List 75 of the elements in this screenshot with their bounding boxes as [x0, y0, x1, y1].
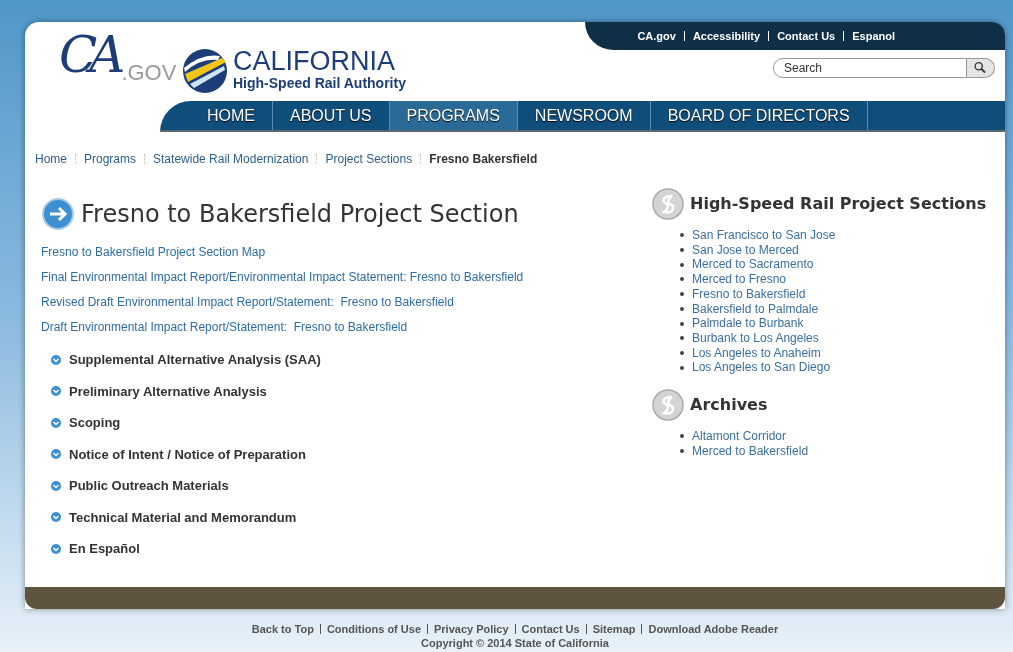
train-logo-icon [182, 48, 228, 94]
sidebar-link[interactable]: San Francisco to San Jose [692, 228, 836, 243]
nav-tab[interactable]: HOME [190, 101, 273, 130]
utility-link[interactable]: Contact Us [777, 27, 836, 45]
footer-link[interactable]: Privacy Policy [434, 620, 509, 637]
bullet-icon [680, 233, 684, 238]
sidebar-link[interactable]: Merced to Sacramento [692, 257, 814, 273]
breadcrumb-link[interactable]: Project Sections [325, 150, 413, 168]
bullet-icon [680, 292, 684, 297]
document-link[interactable]: Fresno to Bakersfield Project Section Map [41, 244, 635, 260]
section-toggle[interactable]: Notice of Intent / Notice of Preparation [69, 444, 306, 464]
sidebar-link[interactable]: Fresno to Bakersfield [692, 286, 806, 302]
sidebar-link[interactable]: Merced to Fresno [692, 272, 787, 287]
section-toggle[interactable]: Technical Material and Memorandum [69, 507, 297, 527]
chevron-down-icon[interactable] [51, 354, 61, 365]
chevron-down-icon[interactable] [51, 512, 61, 523]
utility-link[interactable]: CA.gov [637, 27, 676, 45]
copyright-text: Copyright © 2014 State of California [421, 637, 609, 649]
bullet-icon [680, 306, 684, 311]
footer-link[interactable]: Back to Top [251, 620, 314, 637]
section-toggle[interactable]: Public Outreach Materials [69, 476, 229, 496]
sidebar-link[interactable]: Altamont Corridor [692, 429, 787, 444]
utility-link[interactable]: Accessibility [692, 27, 761, 45]
bullet-icon [680, 365, 684, 370]
document-link[interactable]: Draft Environmental Impact Report/Statement: Fresno to Bakersfield [41, 319, 635, 335]
nav-tab[interactable]: NEWSROOM [517, 101, 651, 130]
bullet-icon [680, 248, 684, 253]
bullet-icon [680, 434, 684, 439]
sidebar-link[interactable]: Los Angeles to San Diego [692, 360, 831, 376]
rail-emblem-icon [652, 188, 684, 220]
nav-tab[interactable]: PROGRAMS [389, 101, 518, 130]
chevron-down-icon[interactable] [51, 386, 61, 397]
logo-title: CALIFORNIA [233, 48, 397, 75]
bullet-icon [680, 336, 684, 341]
breadcrumb-link[interactable]: Programs [84, 150, 137, 168]
footer-link[interactable]: Contact Us [521, 620, 580, 637]
sidebar-link[interactable]: Merced to Bakersfield [692, 443, 809, 459]
chevron-down-icon[interactable] [51, 449, 61, 460]
bullet-icon [680, 350, 684, 355]
bullet-icon [680, 262, 684, 267]
bullet-icon [680, 321, 684, 326]
section-toggle[interactable]: En Español [69, 539, 140, 559]
document-link[interactable]: Final Environmental Impact Report/Environmental Impact Statement: Fresno to Bakersfield [41, 269, 635, 285]
breadcrumb-link[interactable]: Statewide Rail Modernization [153, 150, 309, 168]
rail-emblem-icon [652, 389, 684, 422]
breadcrumb-current[interactable]: Fresno Bakersfield [429, 150, 538, 168]
section-toggle[interactable]: Preliminary Alternative Analysis [69, 381, 267, 401]
bullet-icon [680, 449, 684, 454]
breadcrumb-link[interactable]: Home [35, 150, 67, 168]
sidebar-heading: High-Speed Rail Project Sections [690, 193, 987, 215]
footer-link[interactable]: Download Adobe Reader [648, 620, 779, 637]
sidebar-heading: Archives [690, 394, 768, 417]
chevron-down-icon[interactable] [51, 417, 61, 428]
nav-tab[interactable]: BOARD OF DIRECTORS [650, 101, 868, 130]
sidebar-link[interactable]: Bakersfield to Palmdale [692, 301, 819, 317]
arrow-right-icon [41, 197, 75, 231]
sidebar-link[interactable]: Burbank to Los Angeles [692, 330, 819, 346]
section-toggle[interactable]: Scoping [69, 413, 121, 433]
footer-link[interactable]: Conditions of Use [326, 620, 421, 637]
footer-link[interactable]: Sitemap [592, 620, 636, 637]
utility-link[interactable]: Espanol [852, 27, 895, 45]
ca-gov-logo-text[interactable]: CA [59, 30, 118, 80]
bullet-icon [680, 277, 684, 282]
page-title: Fresno to Bakersfield Project Section [81, 199, 519, 230]
logo-subtitle: High-Speed Rail Authority [233, 75, 406, 91]
document-link[interactable]: Revised Draft Environmental Impact Report/Statement: Fresno to Bakersfield [41, 294, 635, 310]
search-icon[interactable] [967, 58, 995, 78]
chevron-down-icon[interactable] [51, 543, 61, 554]
chevron-down-icon[interactable] [51, 480, 61, 491]
section-toggle[interactable]: Supplemental Alternative Analysis (SAA) [69, 350, 321, 370]
nav-tab[interactable]: ABOUT US [273, 101, 390, 130]
sidebar-link[interactable]: San Jose to Merced [692, 242, 799, 258]
sidebar-link[interactable]: Palmdale to Burbank [692, 316, 804, 331]
sidebar-link[interactable]: Los Angeles to Anaheim [692, 345, 821, 361]
search-field[interactable]: Search [773, 58, 967, 78]
